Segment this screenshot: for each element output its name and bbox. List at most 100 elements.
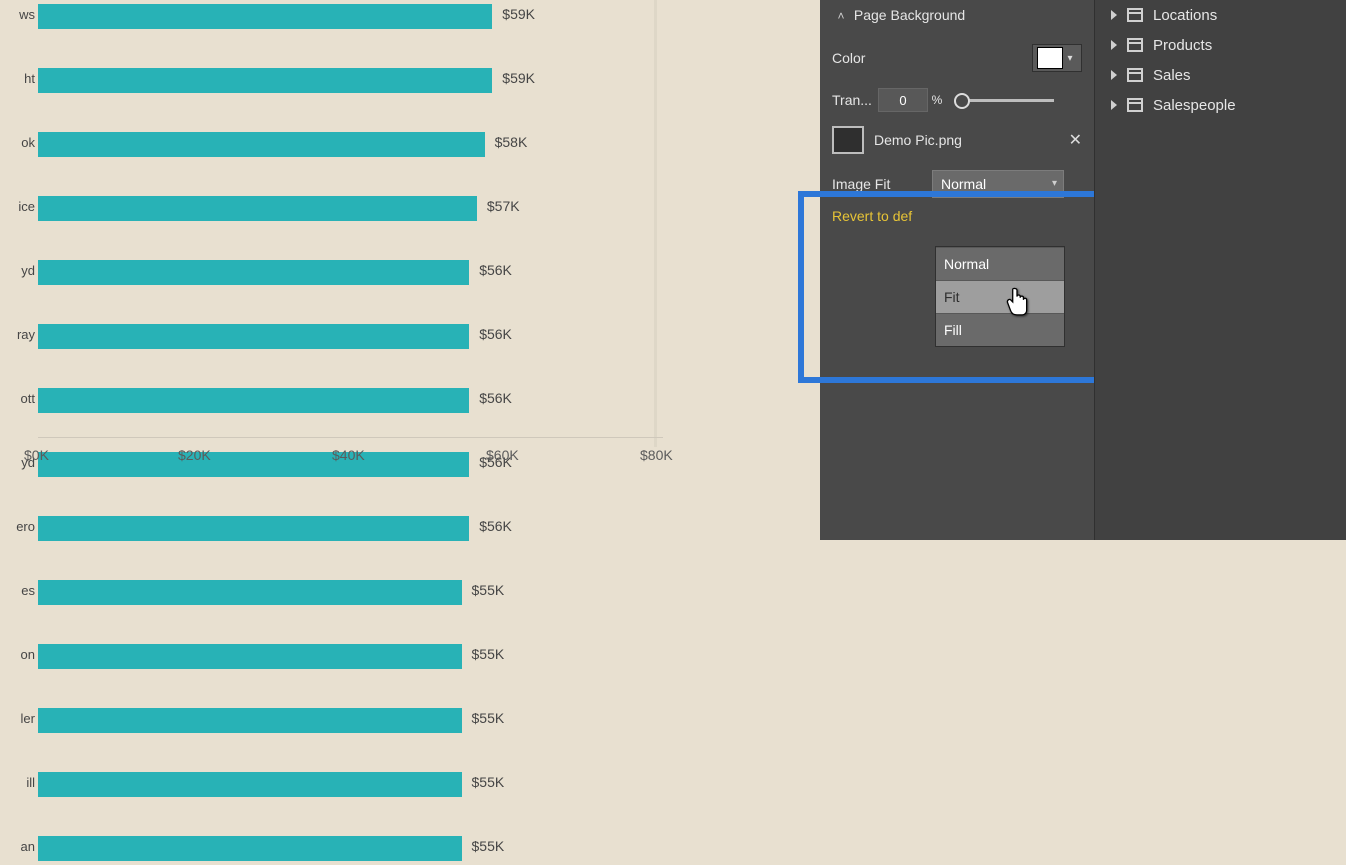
bar-row: ray$56K xyxy=(0,320,480,353)
bar-row: ill$55K xyxy=(0,768,480,801)
dropdown-option-fit[interactable]: Fit xyxy=(936,280,1064,313)
bar-fill[interactable] xyxy=(38,4,492,29)
color-swatch xyxy=(1037,47,1063,69)
bar-category-label: on xyxy=(0,647,35,662)
color-label: Color xyxy=(832,50,1032,66)
table-icon xyxy=(1127,38,1143,52)
bar-fill[interactable] xyxy=(38,836,462,861)
report-canvas[interactable]: ws$59Kht$59Kok$58Kice$57Kyd$56Kray$56Kot… xyxy=(0,0,820,540)
bar-fill[interactable] xyxy=(38,516,469,541)
bar-value-label: $57K xyxy=(487,198,520,214)
field-table-item[interactable]: Products xyxy=(1095,30,1346,60)
bar-value-label: $55K xyxy=(472,646,505,662)
dropdown-option-normal[interactable]: Normal xyxy=(936,247,1064,280)
bar-value-label: $56K xyxy=(479,326,512,342)
section-title: Page Background xyxy=(854,7,965,23)
bar-value-label: $55K xyxy=(472,774,505,790)
chart-divider xyxy=(654,0,657,447)
table-icon xyxy=(1127,8,1143,22)
image-row: Demo Pic.png ✕ xyxy=(820,120,1094,160)
slider-thumb[interactable] xyxy=(954,93,970,109)
bar-fill[interactable] xyxy=(38,196,477,221)
section-page-background[interactable]: ˄ Page Background xyxy=(820,0,1094,30)
expand-icon xyxy=(1111,100,1117,110)
bar-fill[interactable] xyxy=(38,324,469,349)
bar-value-label: $56K xyxy=(479,518,512,534)
color-picker[interactable]: ▾ xyxy=(1032,44,1082,72)
bar-chart: ws$59Kht$59Kok$58Kice$57Kyd$56Kray$56Kot… xyxy=(0,0,480,434)
bar-fill[interactable] xyxy=(38,644,462,669)
field-name: Products xyxy=(1153,37,1346,54)
bar-category-label: ws xyxy=(0,7,35,22)
bar-row: ht$59K xyxy=(0,64,480,97)
axis-tick: $0K xyxy=(24,447,49,463)
chevron-down-icon: ▾ xyxy=(1063,53,1077,64)
transparency-row: Tran... 0 % xyxy=(820,80,1094,120)
transparency-unit: % xyxy=(928,93,946,107)
slider-track xyxy=(962,99,1054,102)
field-name: Sales xyxy=(1153,67,1346,84)
bar-value-label: $56K xyxy=(479,262,512,278)
bar-fill[interactable] xyxy=(38,388,469,413)
fields-panel: Locations Products Sales Salespeople xyxy=(1094,0,1346,540)
bar-fill[interactable] xyxy=(38,772,462,797)
bar-category-label: ice xyxy=(0,199,35,214)
bar-category-label: yd xyxy=(0,263,35,278)
expand-icon xyxy=(1111,70,1117,80)
transparency-input[interactable]: 0 xyxy=(878,88,928,112)
bar-category-label: es xyxy=(0,583,35,598)
image-fit-dropdown: Normal Fit Fill xyxy=(935,246,1065,347)
field-table-item[interactable]: Salespeople xyxy=(1095,90,1346,120)
bar-fill[interactable] xyxy=(38,260,469,285)
image-filename: Demo Pic.png xyxy=(874,132,1059,148)
field-name: Salespeople xyxy=(1153,97,1346,114)
chevron-down-icon: ▾ xyxy=(1052,178,1057,189)
field-table-item[interactable]: Locations xyxy=(1095,0,1346,30)
field-table-item[interactable]: Sales xyxy=(1095,60,1346,90)
chevron-up-icon: ˄ xyxy=(832,1,850,31)
bar-fill[interactable] xyxy=(38,708,462,733)
transparency-slider[interactable] xyxy=(954,90,1054,110)
bar-category-label: ero xyxy=(0,519,35,534)
bar-fill[interactable] xyxy=(38,580,462,605)
image-thumbnail[interactable] xyxy=(832,126,864,154)
bar-row: ott$56K xyxy=(0,384,480,417)
image-fit-selected: Normal xyxy=(941,176,986,192)
format-panel: ˄ Page Background Color ▾ Tran... 0 % De… xyxy=(820,0,1094,540)
bar-category-label: ler xyxy=(0,711,35,726)
color-row: Color ▾ xyxy=(820,30,1094,80)
field-name: Locations xyxy=(1153,7,1346,24)
image-fit-label: Image Fit xyxy=(832,176,922,192)
axis-line xyxy=(38,437,663,438)
bar-row: ler$55K xyxy=(0,704,480,737)
image-fit-row: Image Fit Normal ▾ xyxy=(820,160,1094,202)
expand-icon xyxy=(1111,40,1117,50)
bar-row: ice$57K xyxy=(0,192,480,225)
bar-row: on$55K xyxy=(0,640,480,673)
axis-tick: $20K xyxy=(178,447,211,463)
axis-tick: $40K xyxy=(332,447,365,463)
bar-row: ero$56K xyxy=(0,512,480,545)
transparency-value: 0 xyxy=(899,93,906,108)
bar-value-label: $58K xyxy=(495,134,528,150)
revert-label: Revert to def xyxy=(832,208,912,224)
bar-category-label: ill xyxy=(0,775,35,790)
bar-fill[interactable] xyxy=(38,132,485,157)
bar-value-label: $56K xyxy=(479,390,512,406)
axis-tick: $60K xyxy=(486,447,519,463)
image-fit-select[interactable]: Normal ▾ xyxy=(932,170,1064,198)
bar-fill[interactable] xyxy=(38,68,492,93)
bar-row: es$55K xyxy=(0,576,480,609)
bar-value-label: $55K xyxy=(472,582,505,598)
bar-category-label: ott xyxy=(0,391,35,406)
bar-category-label: ray xyxy=(0,327,35,342)
axis-tick: $80K xyxy=(640,447,673,463)
remove-image-icon[interactable]: ✕ xyxy=(1069,130,1082,150)
dropdown-option-fill[interactable]: Fill xyxy=(936,313,1064,346)
revert-to-default[interactable]: Revert to def xyxy=(820,202,1094,230)
bar-category-label: ok xyxy=(0,135,35,150)
bar-value-label: $59K xyxy=(502,70,535,86)
bar-value-label: $59K xyxy=(502,6,535,22)
x-axis: $0K $20K $40K $60K $80K xyxy=(0,437,720,467)
bar-row: ok$58K xyxy=(0,128,480,161)
